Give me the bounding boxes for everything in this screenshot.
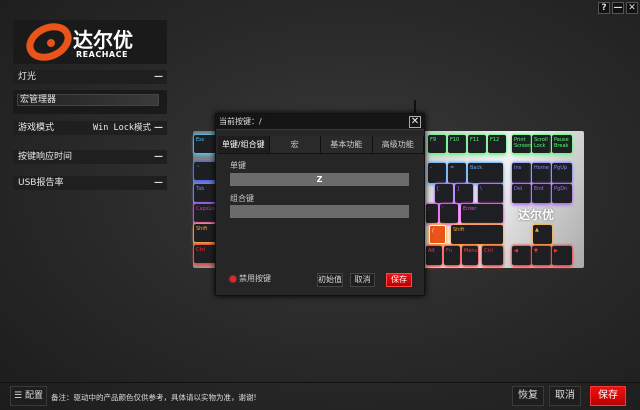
logo-cn: 达尔优 xyxy=(73,28,133,52)
label: 游戏模式 xyxy=(18,123,55,133)
key-17[interactable]: Home xyxy=(532,163,551,183)
label: 灯光 xyxy=(18,72,37,82)
footer-divider xyxy=(0,382,640,383)
key-24[interactable]: PgDn xyxy=(552,184,572,203)
dialog-tabs: 单键/组合键 宏 基本功能 高级功能 xyxy=(218,136,424,154)
help-button[interactable]: ? xyxy=(598,2,610,14)
sidebar-item-macro-manager[interactable]: 宏管理器 xyxy=(13,90,167,114)
save-button[interactable]: 保存 xyxy=(590,386,626,406)
key-assign-dialog: 当前按键：/ ✕ 单键/组合键 宏 基本功能 高级功能 单键 Z 组合键 禁用按… xyxy=(215,113,425,296)
config-label: 配置 xyxy=(24,391,43,401)
key-23[interactable]: End xyxy=(532,184,551,203)
key-16[interactable]: Ins xyxy=(512,163,531,183)
restore-button[interactable]: 恢复 xyxy=(512,386,544,406)
disable-key-label[interactable]: 禁用按键 xyxy=(239,273,271,284)
config-button[interactable]: ☰ 配置 xyxy=(10,386,47,406)
collapse-icon[interactable]: — xyxy=(154,70,163,84)
key-8[interactable]: F11 xyxy=(468,135,486,153)
sidebar-item-game-mode[interactable]: 游戏模式 Win Lock模式 — xyxy=(13,121,167,135)
minimize-button[interactable]: — xyxy=(612,2,624,14)
key-25[interactable]: ; xyxy=(426,204,438,223)
label: USB报告率 xyxy=(18,178,64,188)
combo-key-field[interactable] xyxy=(230,205,409,218)
tab-macro[interactable]: 宏 xyxy=(269,136,321,153)
single-key-label: 单键 xyxy=(230,161,246,170)
game-mode-value: Win Lock模式 xyxy=(93,123,151,133)
sidebar-item-usb-rate[interactable]: USB报告率 — xyxy=(13,176,167,190)
key-18[interactable]: PgUp xyxy=(552,163,572,183)
key-19[interactable]: [ xyxy=(435,184,453,203)
keyboard-logo: 达尔优 xyxy=(518,208,555,222)
tab-single-combo[interactable]: 单键/组合键 xyxy=(218,136,270,153)
key-7[interactable]: F10 xyxy=(448,135,466,153)
key-14[interactable]: = xyxy=(448,163,466,183)
key-21[interactable]: \ xyxy=(478,184,503,203)
logo-en: REACHACE xyxy=(76,50,128,59)
sidebar-item-lighting[interactable]: 灯光 — xyxy=(13,70,167,84)
key-13[interactable]: - xyxy=(428,163,446,183)
key-5[interactable]: Ctrl xyxy=(194,245,216,263)
key-0[interactable]: Esc xyxy=(194,135,216,153)
collapse-icon[interactable]: — xyxy=(154,176,163,190)
key-34[interactable]: Ctrl xyxy=(482,246,503,265)
key-30[interactable]: ▲ xyxy=(533,225,552,244)
key-33[interactable]: Menu xyxy=(462,246,478,265)
key-26[interactable]: ' xyxy=(440,204,458,223)
key-20[interactable]: ] xyxy=(455,184,473,203)
macro-manager-bar[interactable]: 宏管理器 xyxy=(17,94,159,106)
key-11[interactable]: Scroll Lock xyxy=(532,135,551,153)
key-10[interactable]: Print Screen xyxy=(512,135,531,153)
cancel-button[interactable]: 取消 xyxy=(549,386,581,406)
key-4[interactable]: Shift xyxy=(194,224,216,242)
reset-button[interactable]: 初始值 xyxy=(317,273,343,287)
dialog-cancel-button[interactable]: 取消 xyxy=(350,273,375,287)
key-12[interactable]: Pause Break xyxy=(552,135,572,153)
key-9[interactable]: F12 xyxy=(488,135,506,153)
sidebar-item-response-time[interactable]: 按键响应时间 — xyxy=(13,150,167,164)
tab-basic-functions[interactable]: 基本功能 xyxy=(321,136,373,153)
key-36[interactable]: ▼ xyxy=(532,246,551,265)
key-6[interactable]: F9 xyxy=(428,135,446,153)
collapse-icon[interactable]: — xyxy=(154,121,163,135)
dialog-save-button[interactable]: 保存 xyxy=(386,273,412,287)
close-button[interactable]: ✕ xyxy=(626,2,638,14)
dialog-title: 当前按键：/ xyxy=(216,114,424,130)
key-15[interactable]: Back xyxy=(468,163,503,183)
key-29[interactable]: Shift xyxy=(451,225,503,244)
collapse-icon[interactable]: — xyxy=(154,150,163,164)
key-31[interactable]: Alt xyxy=(426,246,442,265)
key-2[interactable]: Tab xyxy=(194,184,216,202)
key-35[interactable]: ◀ xyxy=(512,246,531,265)
label: 按键响应时间 xyxy=(18,152,73,162)
single-key-field[interactable]: Z xyxy=(230,173,409,186)
key-32[interactable]: Fn xyxy=(444,246,460,265)
menu-icon: ☰ xyxy=(14,391,25,401)
disable-key-radio[interactable] xyxy=(230,276,236,282)
key-22[interactable]: Del xyxy=(512,184,531,203)
dialog-close-button[interactable]: ✕ xyxy=(409,116,421,128)
key-1[interactable]: ~ xyxy=(194,162,216,180)
key-28[interactable]: / xyxy=(429,225,446,244)
footer-note: 备注：驱动中的产品颜色仅供参考，具体请以实物为准，谢谢! xyxy=(51,393,257,402)
key-3[interactable]: CapsLock xyxy=(194,204,220,222)
brand-logo: 达尔优 REACHACE xyxy=(13,20,167,64)
tab-advanced-functions[interactable]: 高级功能 xyxy=(372,136,424,153)
key-37[interactable]: ▶ xyxy=(552,246,572,265)
combo-key-label: 组合键 xyxy=(230,194,254,203)
key-27[interactable]: Enter xyxy=(461,204,503,223)
